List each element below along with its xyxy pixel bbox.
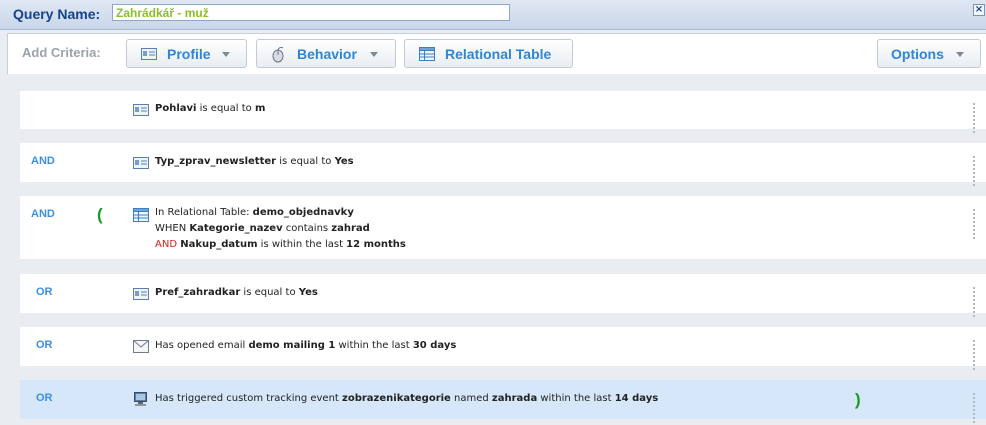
query-name-input[interactable]: Zahrádkář - muž (112, 4, 510, 21)
close-parenthesis[interactable]: ) (855, 390, 861, 410)
behavior-button-label: Behavior (297, 46, 357, 62)
chevron-down-icon (370, 52, 378, 57)
criteria-text: Pohlavi is equal to m (155, 103, 266, 114)
open-parenthesis[interactable]: ( (97, 205, 103, 225)
add-criteria-label: Add Criteria: (22, 45, 101, 60)
chevron-down-icon (222, 52, 230, 57)
profile-icon (133, 103, 149, 120)
criteria-row[interactable]: AND Typ_zprav_newsletter is equal to Yes (20, 143, 986, 186)
chevron-down-icon (956, 52, 964, 57)
drag-handle-icon[interactable] (973, 156, 979, 188)
profile-button[interactable]: Profile (126, 39, 247, 68)
drag-handle-icon[interactable] (973, 287, 979, 319)
drag-handle-icon[interactable] (973, 103, 979, 135)
options-button[interactable]: Options (877, 39, 981, 68)
profile-icon (133, 156, 149, 173)
criteria-text: Typ_zprav_newsletter is equal to Yes (155, 156, 354, 167)
criteria-text: Has opened email demo mailing 1 within t… (155, 340, 457, 351)
relational-table-button-label: Relational Table (445, 46, 552, 62)
profile-icon (133, 287, 149, 304)
criteria-row[interactable]: AND ( In Relational Table: demo_objednav… (20, 196, 986, 259)
criteria-row-selected[interactable]: OR Has triggered custom tracking event z… (20, 380, 986, 423)
options-button-label: Options (891, 46, 944, 62)
drag-handle-icon[interactable] (973, 209, 979, 241)
monitor-icon (133, 392, 148, 410)
relational-table-button[interactable]: Relational Table (404, 39, 573, 68)
drag-handle-icon[interactable] (973, 393, 979, 425)
mouse-icon (271, 46, 285, 66)
table-icon (133, 208, 149, 225)
operator-label[interactable]: OR (36, 392, 53, 404)
query-name-label: Query Name: (13, 6, 101, 22)
email-icon (133, 340, 149, 356)
operator-label[interactable]: OR (36, 286, 53, 298)
criteria-text: Pref_zahradkar is equal to Yes (155, 287, 318, 298)
query-header: Query Name: Zahrádkář - muž × (0, 0, 986, 30)
criteria-text: Has triggered custom tracking event zobr… (155, 393, 659, 404)
behavior-button[interactable]: Behavior (256, 39, 396, 68)
criteria-toolbar: Add Criteria: Profile Behavior Relationa… (7, 33, 986, 74)
criteria-row[interactable]: OR Has opened email demo mailing 1 withi… (20, 327, 986, 370)
profile-icon (141, 47, 157, 64)
operator-label[interactable]: OR (36, 339, 53, 351)
inline-and-label: AND (155, 239, 178, 250)
table-icon (419, 47, 435, 64)
close-icon[interactable]: × (973, 4, 985, 16)
operator-label[interactable]: AND (31, 208, 55, 220)
profile-button-label: Profile (167, 46, 211, 62)
drag-handle-icon[interactable] (973, 340, 979, 372)
criteria-text: In Relational Table: demo_objednavky WHE… (155, 207, 406, 250)
criteria-row[interactable]: Pohlavi is equal to m (20, 91, 986, 133)
operator-label[interactable]: AND (31, 155, 55, 167)
criteria-row[interactable]: OR Pref_zahradkar is equal to Yes (20, 274, 986, 317)
